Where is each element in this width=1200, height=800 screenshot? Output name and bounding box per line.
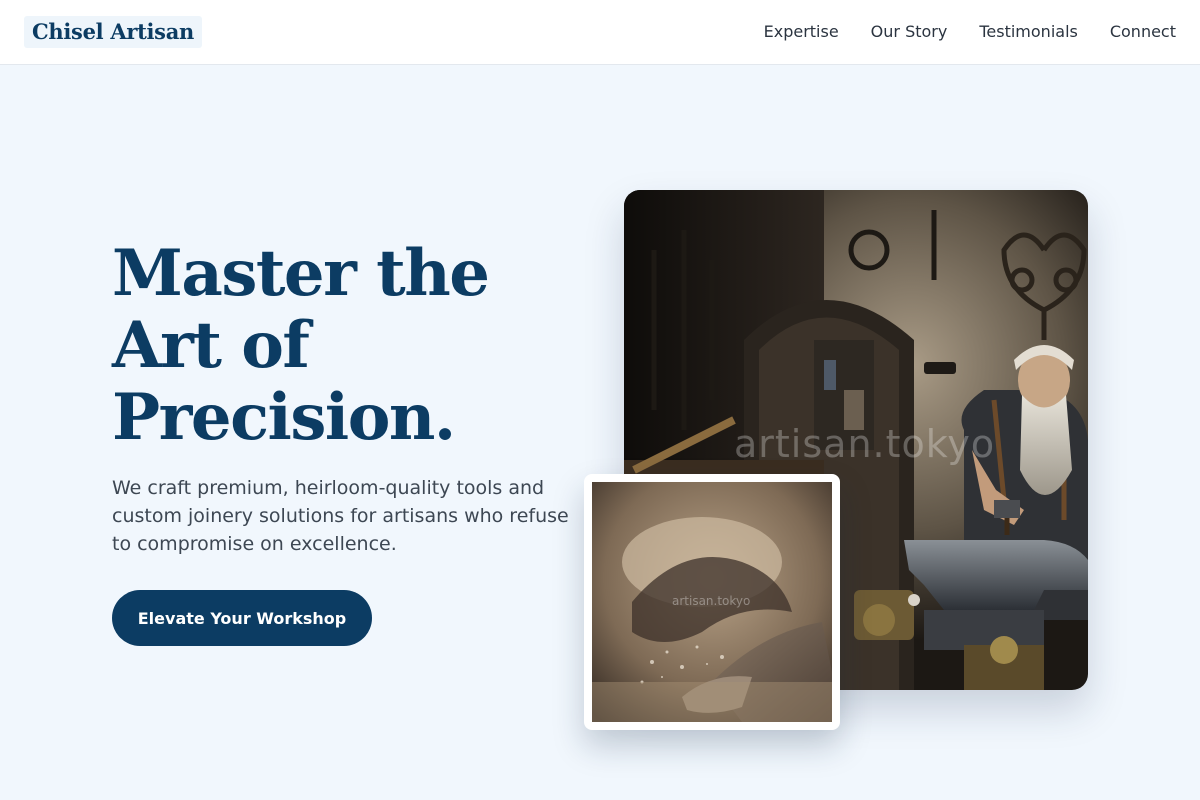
site-header: Chisel Artisan Expertise Our Story Testi… [0,0,1200,65]
inset-image-watermark: artisan.tokyo [672,594,751,608]
nav-link-our-story[interactable]: Our Story [871,20,948,44]
nav-link-testimonials[interactable]: Testimonials [979,20,1078,44]
nav-link-expertise[interactable]: Expertise [764,20,839,44]
sawdust-hands-photo: artisan.tokyo [592,482,832,722]
inset-photo-card: artisan.tokyo [584,474,840,730]
hero-title-line: Precision. [112,380,456,455]
image-watermark: artisan.tokyo [734,422,996,466]
nav-link-connect[interactable]: Connect [1110,20,1176,44]
main-nav: Expertise Our Story Testimonials Connect [764,20,1176,44]
hero-title-line: Art of [112,308,310,383]
elevate-workshop-button[interactable]: Elevate Your Workshop [112,590,372,646]
hero-subtitle: We craft premium, heirloom-quality tools… [112,477,569,555]
site-logo[interactable]: Chisel Artisan [24,16,202,48]
hero-title-line: Master the [112,236,490,311]
hero-title: Master the Art of Precision. [112,238,572,454]
